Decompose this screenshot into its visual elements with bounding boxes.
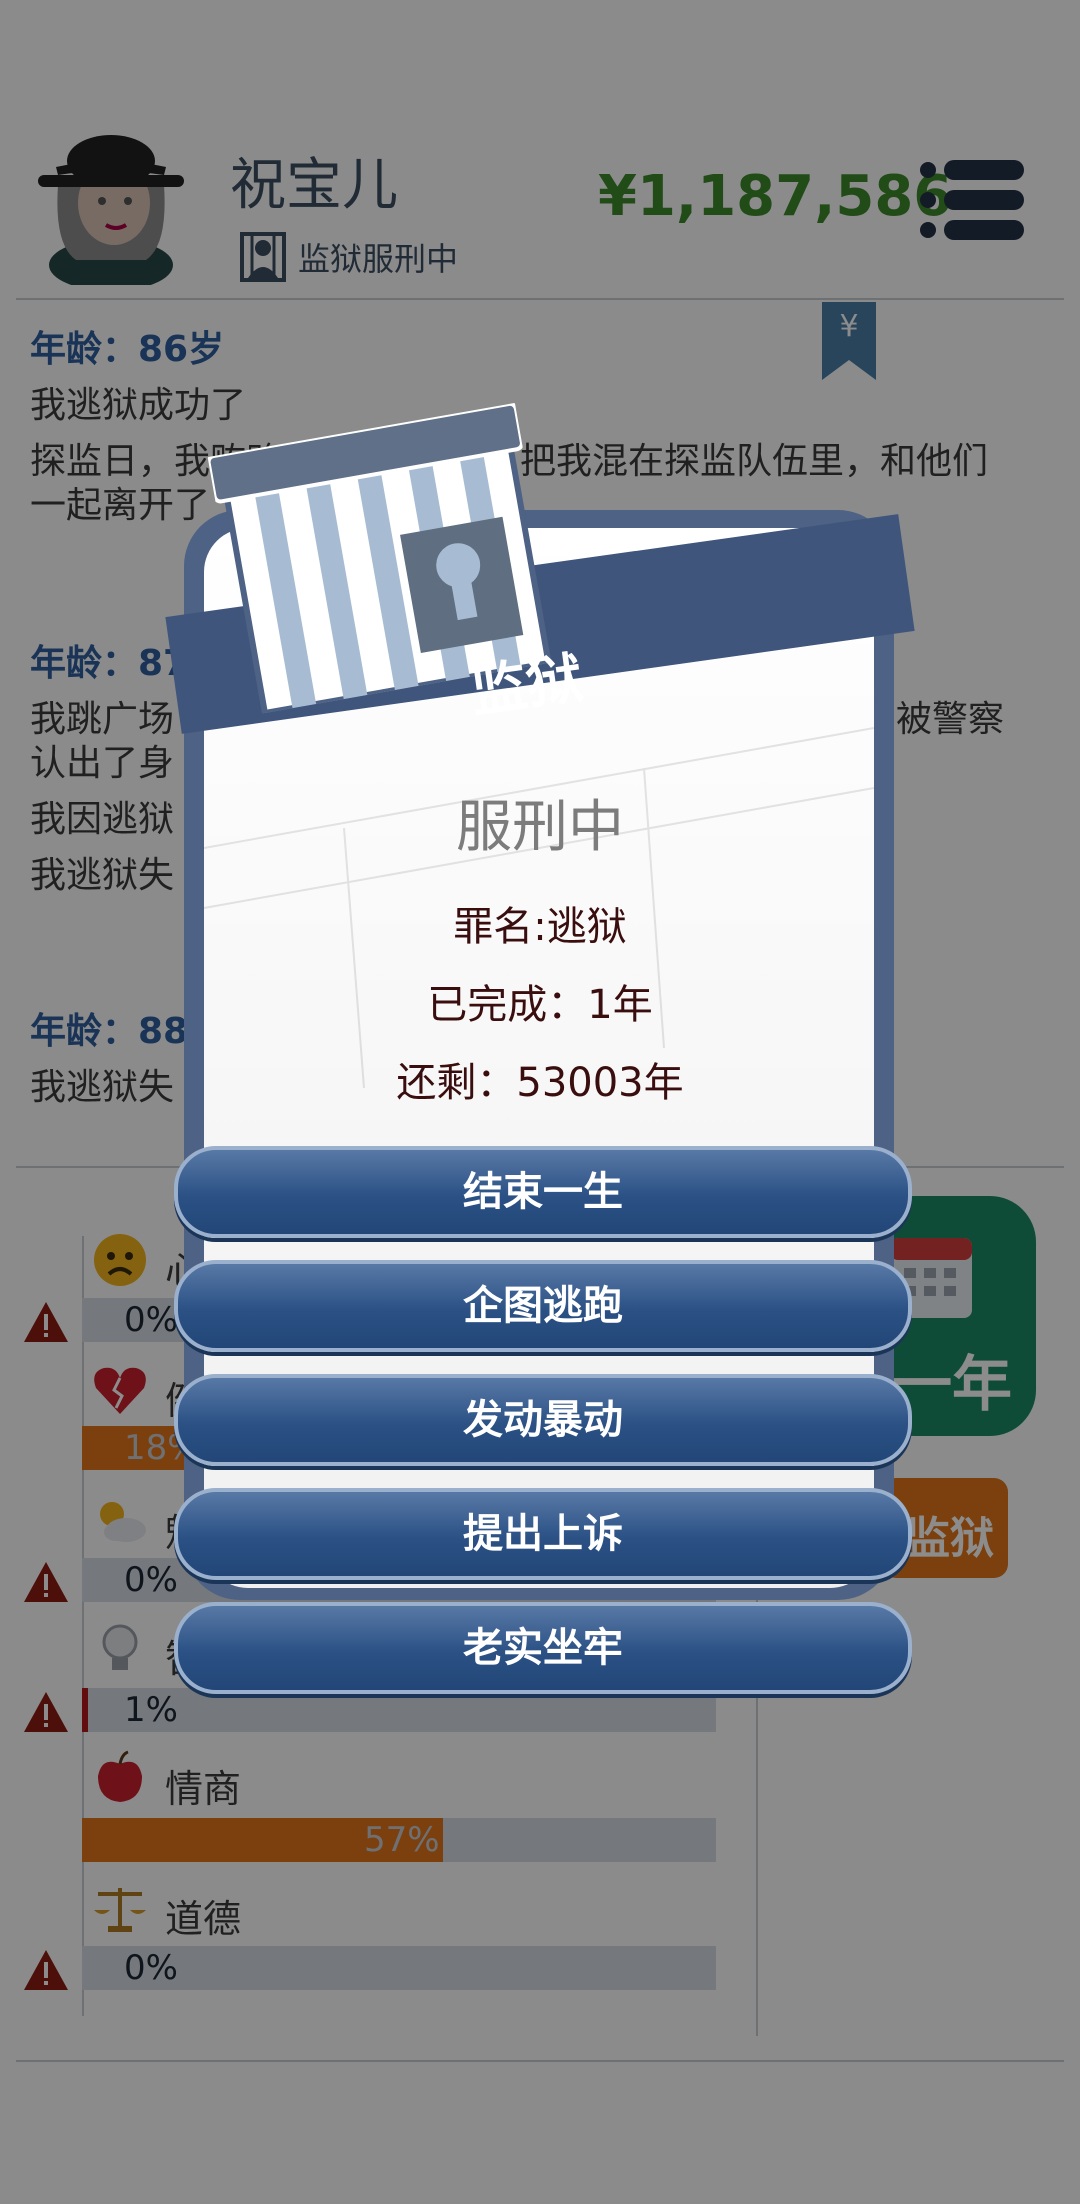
button-label: 企图逃跑: [463, 1283, 623, 1329]
riot-button[interactable]: 发动暴动: [174, 1374, 912, 1466]
escape-button[interactable]: 企图逃跑: [174, 1260, 912, 1352]
appeal-button[interactable]: 提出上诉: [174, 1488, 912, 1580]
end-life-button[interactable]: 结束一生: [174, 1146, 912, 1238]
serve-time-button[interactable]: 老实坐牢: [174, 1602, 912, 1694]
button-label: 提出上诉: [463, 1511, 623, 1557]
button-label: 老实坐牢: [463, 1625, 623, 1671]
completed-label: 已完成：1年: [427, 982, 653, 1028]
crime-label: 罪名:逃狱: [453, 904, 627, 950]
modal-title: 监狱: [466, 645, 587, 726]
button-label: 发动暴动: [463, 1397, 623, 1443]
modal-status: 服刑中: [456, 795, 624, 860]
button-label: 结束一生: [463, 1169, 623, 1215]
remaining-label: 还剩：53003年: [396, 1060, 684, 1106]
